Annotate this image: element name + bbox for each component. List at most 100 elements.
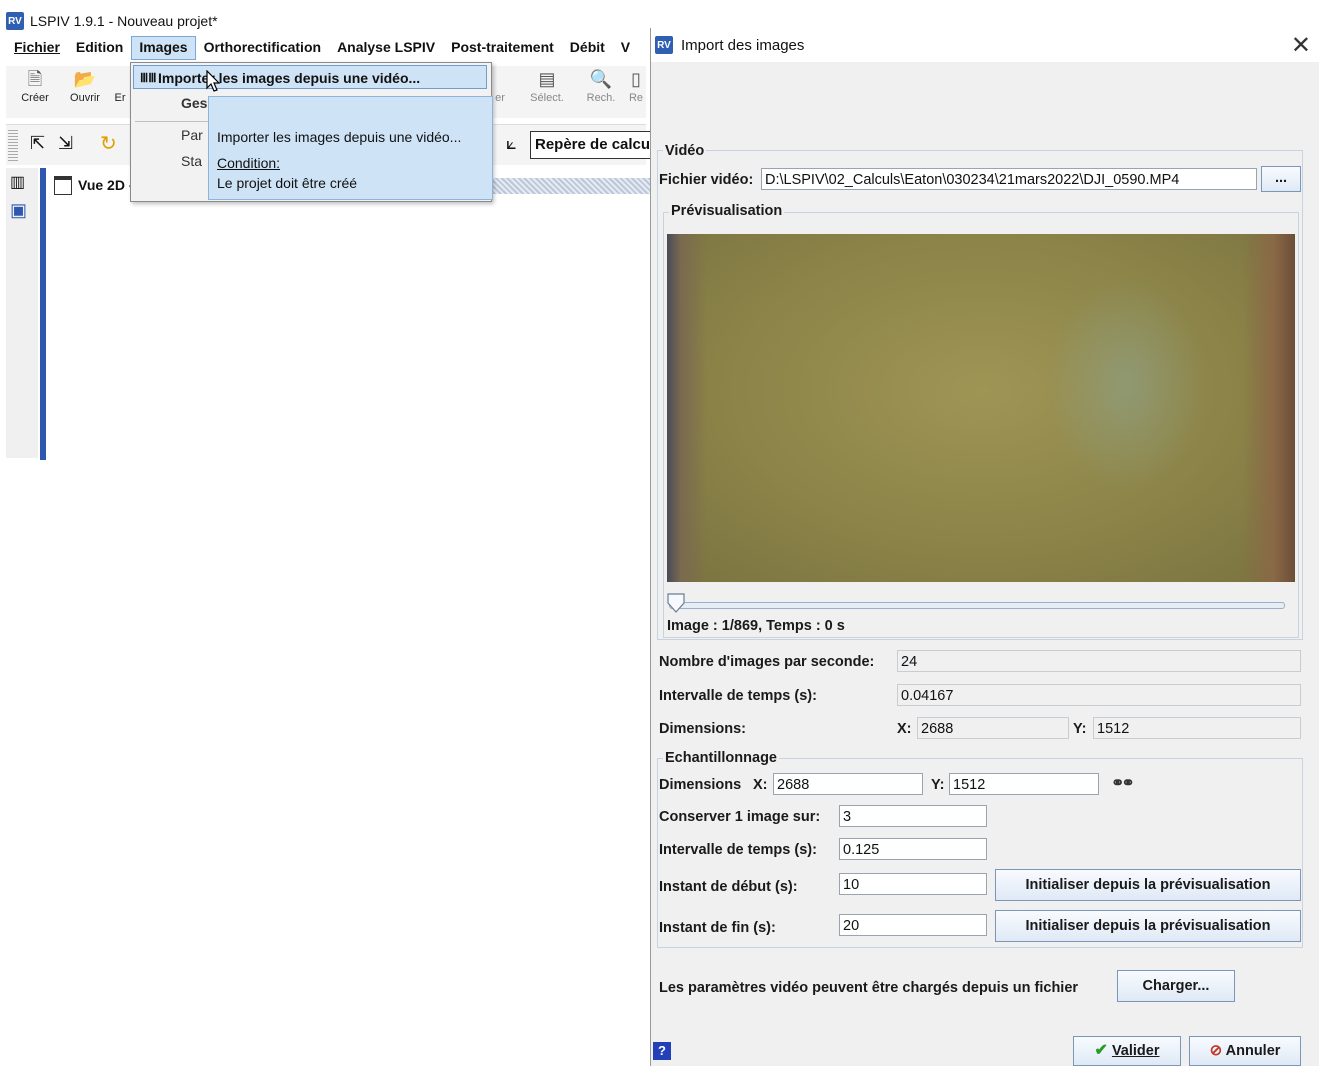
video-file-label: Fichier vidéo: [659, 172, 754, 188]
toolbar-partial-button[interactable]: Er [110, 66, 130, 104]
axes-icon: ⟀ [506, 133, 517, 153]
init-start-button[interactable]: Initialiser depuis la prévisualisation [995, 869, 1301, 901]
toolbar-partial3-button[interactable]: ▯ Re [624, 66, 648, 104]
interval-label: Intervalle de temps (s): [659, 688, 817, 704]
keep-label: Conserver 1 image sur: [659, 809, 821, 825]
main-titlebar: RV LSPIV 1.9.1 - Nouveau projet* [6, 10, 218, 32]
dimensions-label: Dimensions: [659, 721, 747, 737]
dialog-titlebar: RV Import des images ✕ [651, 28, 1319, 62]
samp-x-input[interactable]: 2688 [773, 773, 923, 795]
select-icon: ▤ [538, 69, 556, 89]
preview-slider-track[interactable] [669, 602, 1285, 609]
pointer-alt-icon[interactable]: ⇲ [58, 133, 73, 154]
repere-select[interactable]: Repère de calcul [530, 131, 656, 159]
keep-input[interactable]: 3 [839, 805, 987, 827]
menu-orthorectification[interactable]: Orthorectification [196, 36, 329, 60]
select-button[interactable]: ▤ Sélect. [524, 66, 570, 104]
dialog-logo-icon: RV [655, 36, 673, 54]
image-status-text: Image : 1/869, Temps : 0 s [667, 618, 845, 634]
open-button[interactable]: 📂 Ouvrir [62, 66, 108, 104]
open-folder-icon: 📂 [73, 69, 97, 89]
menu-item-import-video[interactable]: ⅢⅢ Importer les images depuis une vidéo.… [133, 65, 487, 89]
help-icon[interactable]: ? [653, 1042, 671, 1060]
load-params-text: Les paramètres vidéo peuvent être chargé… [659, 980, 1079, 996]
interval-field: 0.04167 [897, 684, 1301, 706]
view-titlebar-pattern [488, 178, 650, 194]
samp-interval-label: Intervalle de temps (s): [659, 842, 817, 858]
create-button[interactable]: 🗎 Créer [12, 66, 58, 104]
video-preview-image [667, 234, 1295, 582]
menu-post-traitement[interactable]: Post-traitement [443, 36, 562, 60]
start-label: Instant de début (s): [659, 879, 798, 895]
menu-edition[interactable]: Edition [68, 36, 131, 60]
search-label: Rech. [586, 92, 616, 104]
menu-item-sta[interactable]: Sta [181, 153, 202, 169]
new-file-icon: 🗎 [27, 69, 43, 89]
tooltip-title: Importer les images depuis une vidéo... [217, 129, 462, 145]
samp-dimensions-label: Dimensions [659, 777, 742, 793]
dimensions-x-field: 2688 [917, 717, 1069, 739]
menu-item-import-video-label: Importer les images depuis une vidéo... [158, 70, 421, 86]
preview-group-title: Prévisualisation [669, 203, 785, 219]
init-end-button[interactable]: Initialiser depuis la prévisualisation [995, 910, 1301, 942]
video-file-input[interactable]: D:\LSPIV\02_Calculs\Eaton\030234\21mars2… [761, 168, 1257, 190]
browse-button[interactable]: ... [1261, 166, 1301, 192]
partial2-label: er [495, 92, 505, 104]
partial-label: Er [114, 92, 126, 104]
toolbar-partial2-button[interactable]: er [490, 66, 510, 104]
menu-images[interactable]: Images [131, 36, 196, 60]
load-button[interactable]: Charger... [1117, 970, 1235, 1002]
preview-right-bank [1243, 234, 1295, 582]
preview-left-bank [667, 234, 707, 582]
partial2-icon [490, 66, 510, 92]
end-input[interactable]: 20 [839, 914, 987, 936]
film-icon: ⅢⅢ [140, 71, 157, 85]
view-2d-area: Vue 2D - Espace i [40, 168, 656, 460]
samp-y-label: Y: [931, 777, 945, 793]
tooltip-condition-label: Condition: [217, 155, 281, 171]
side-toolbar: ▥ ▣ [6, 168, 38, 458]
toolbar-grip[interactable] [8, 129, 18, 161]
samp-y-input[interactable]: 1512 [949, 773, 1099, 795]
menu-v[interactable]: V [613, 36, 630, 60]
fps-field: 24 [897, 650, 1301, 672]
pointer-icon[interactable]: ⇱ [30, 133, 45, 154]
menu-debit[interactable]: Débit [562, 36, 613, 60]
video-group-title: Vidéo [663, 143, 707, 159]
dialog-title: Import des images [681, 36, 805, 54]
window-frame-icon [54, 175, 72, 195]
menu-item-ges[interactable]: Ges [181, 95, 207, 111]
menu-item-par[interactable]: Par [181, 127, 203, 143]
samp-interval-input[interactable]: 0.125 [839, 838, 987, 860]
close-icon[interactable]: ✕ [1291, 31, 1311, 60]
ok-button[interactable]: ✔ Valider [1073, 1036, 1181, 1066]
dimensions-x-label: X: [897, 721, 912, 737]
menubar: Fichier Edition Images Orthorectificatio… [6, 36, 630, 60]
partial3-icon: ▯ [631, 69, 641, 89]
menu-tooltip: Importer les images depuis une vidéo... … [208, 96, 493, 200]
link-chain-icon[interactable]: ⚭⚭ [1111, 773, 1135, 793]
create-label: Créer [21, 92, 49, 104]
preview-slider-thumb[interactable] [667, 593, 685, 613]
tooltip-condition-text: Le projet doit être créé [217, 175, 358, 191]
dimensions-y-label: Y: [1073, 721, 1087, 737]
select-label: Sélect. [530, 92, 564, 104]
import-images-dialog: RV Import des images ✕ Vidéo Fichier vid… [650, 28, 1319, 1066]
cancel-button[interactable]: ⊘ Annuler [1189, 1036, 1301, 1066]
ok-button-label: Valider [1111, 1043, 1160, 1059]
menu-fichier[interactable]: Fichier [6, 36, 68, 60]
panel-icon[interactable]: ▥ [10, 172, 25, 192]
partial-icon [110, 66, 130, 92]
dimensions-y-field: 1512 [1093, 717, 1301, 739]
start-input[interactable]: 10 [839, 873, 987, 895]
menu-analyse-lspiv[interactable]: Analyse LSPIV [329, 36, 443, 60]
mouse-cursor-icon [206, 70, 221, 92]
checkmark-icon: ✔ [1094, 1042, 1108, 1059]
search-button[interactable]: 🔍 Rech. [578, 66, 624, 104]
preview-water-foam [1047, 274, 1207, 494]
refresh-icon[interactable]: ↻ [100, 131, 117, 156]
window-icon[interactable]: ▣ [10, 200, 27, 221]
cancel-button-label: Annuler [1225, 1043, 1281, 1059]
end-label: Instant de fin (s): [659, 920, 776, 936]
search-doc-icon: 🔍 [589, 69, 613, 89]
